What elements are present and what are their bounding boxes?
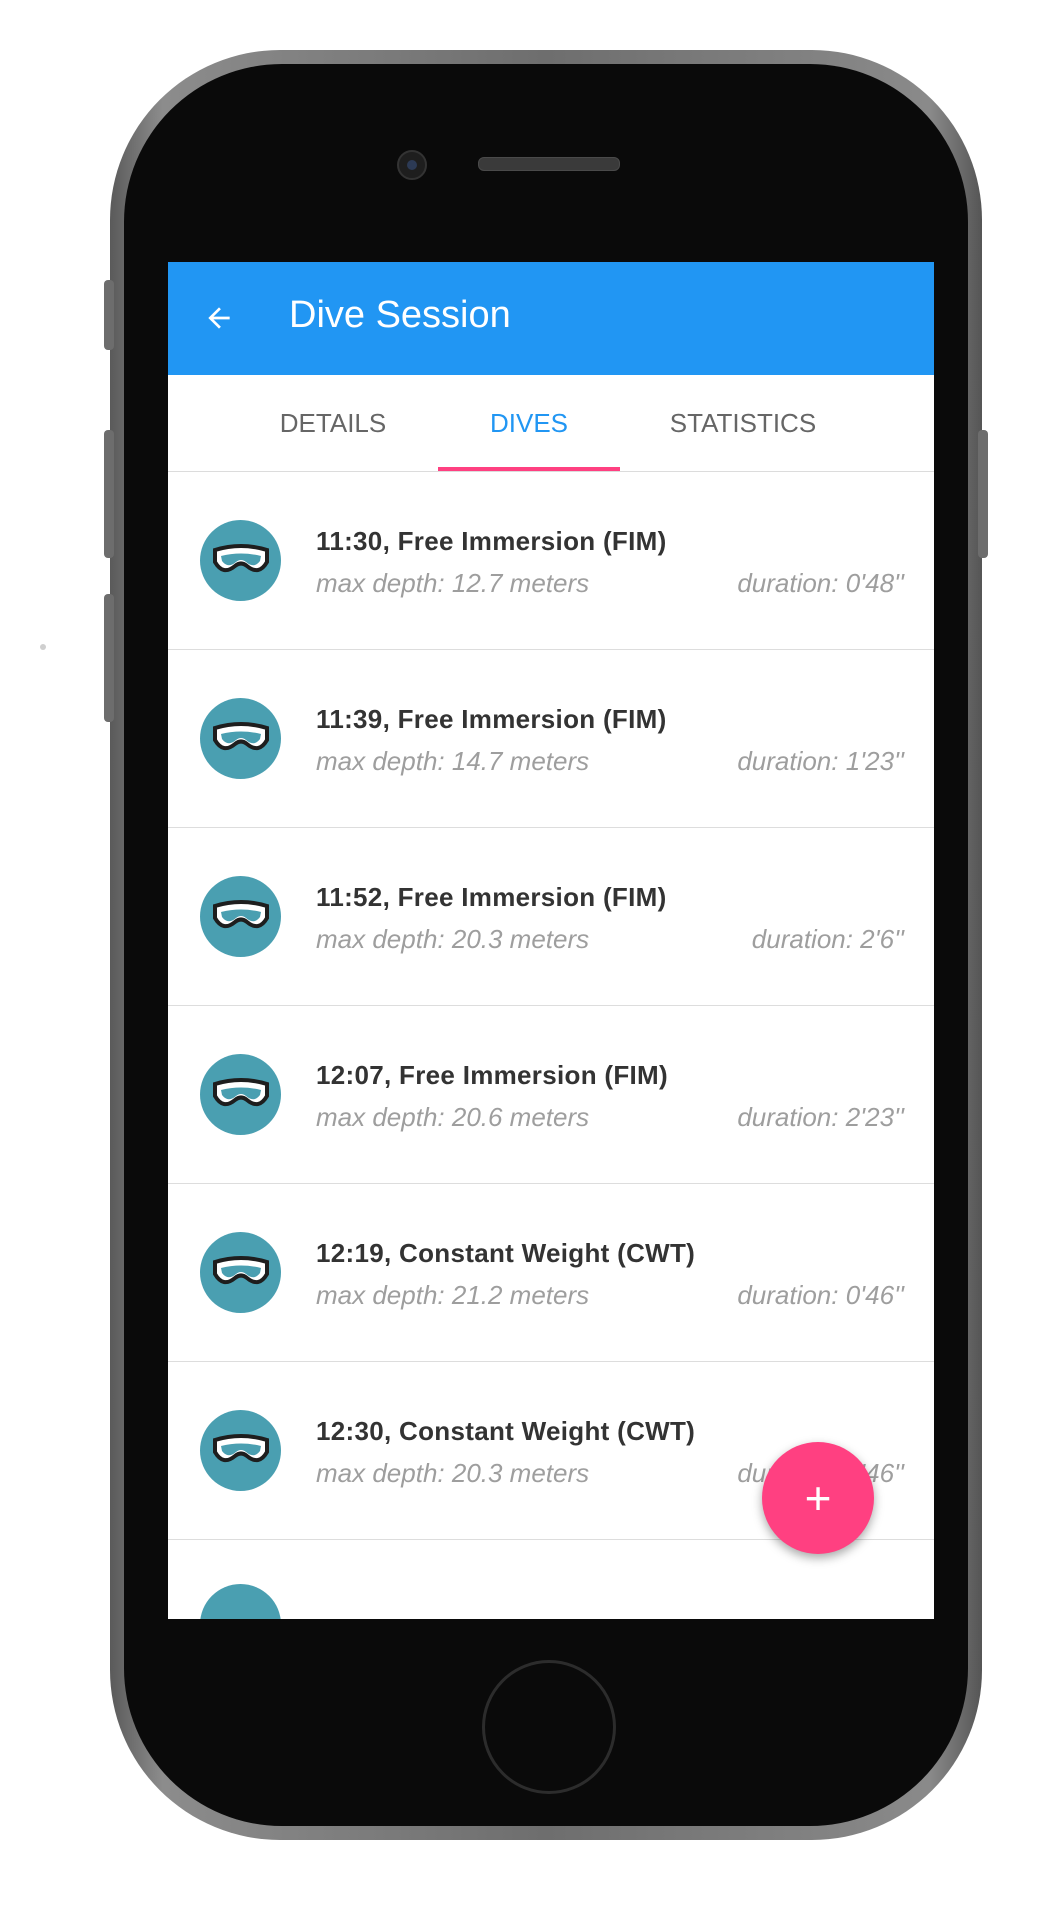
page-title: Dive Session [289,294,511,336]
dive-row[interactable]: 11:39, Free Immersion (FIM) max depth: 1… [168,650,934,828]
dive-mask-icon [213,1434,269,1463]
dive-avatar [200,698,281,779]
front-camera [397,150,427,180]
dive-avatar [200,1054,281,1135]
dive-mask-icon [213,900,269,929]
dive-title: 12:19, Constant Weight (CWT) [316,1238,696,1268]
dive-row[interactable]: 12:19, Constant Weight (CWT) max depth: … [168,1184,934,1362]
dive-title: 11:39, Free Immersion (FIM) [316,704,667,734]
dive-avatar [200,1232,281,1313]
dive-title: 11:30, Free Immersion (FIM) [316,526,667,556]
dive-mask-icon [213,722,269,751]
dive-avatar [200,876,281,957]
arrow-back-icon[interactable] [203,302,235,334]
tab-dives[interactable]: DIVES [438,375,620,471]
dive-title: 12:30, Constant Weight (CWT) [316,1416,696,1446]
decorative-dot [40,644,46,650]
dive-duration: duration: 0'46'' [737,1280,904,1310]
dive-row[interactable]: 11:30, Free Immersion (FIM) max depth: 1… [168,472,934,650]
volume-down-button [104,594,114,722]
tab-statistics[interactable]: STATISTICS [633,375,853,471]
dive-title: 11:52, Free Immersion (FIM) [316,882,667,912]
dive-depth: max depth: 20.3 meters [316,924,590,954]
tab-details[interactable]: DETAILS [248,375,418,471]
dive-mask-icon [213,1078,269,1107]
dive-duration: duration: 0'48'' [737,568,904,598]
tab-bar: DETAILS DIVES STATISTICS [168,375,934,472]
dive-depth: max depth: 20.6 meters [316,1102,590,1132]
app-bar: Dive Session [168,262,934,375]
dive-avatar [200,520,281,601]
dive-row[interactable]: 12:07, Free Immersion (FIM) max depth: 2… [168,1006,934,1184]
dive-depth: max depth: 12.7 meters [316,568,590,598]
volume-up-button [104,430,114,558]
dive-depth: max depth: 20.3 meters [316,1458,590,1488]
dive-mask-icon [213,544,269,573]
dive-avatar [200,1584,281,1619]
home-button[interactable] [482,1660,616,1794]
dive-title: 12:07, Free Immersion (FIM) [316,1060,668,1090]
tab-indicator [438,467,620,471]
dive-depth: max depth: 14.7 meters [316,746,590,776]
app-screen: Dive Session DETAILS DIVES STATISTICS 11… [168,262,934,1619]
dive-duration: duration: 1'23'' [737,746,904,776]
dive-duration: duration: 2'6'' [751,924,904,954]
dive-avatar [200,1410,281,1491]
add-icon: + [804,1472,832,1524]
earpiece-speaker [478,157,620,171]
power-button [978,430,988,558]
dive-mask-icon [213,1256,269,1285]
dive-row[interactable]: 11:52, Free Immersion (FIM) max depth: 2… [168,828,934,1006]
mute-switch [104,280,114,350]
dive-depth: max depth: 21.2 meters [316,1280,590,1310]
add-dive-button[interactable]: + [762,1442,874,1554]
dive-duration: duration: 2'23'' [737,1102,904,1132]
